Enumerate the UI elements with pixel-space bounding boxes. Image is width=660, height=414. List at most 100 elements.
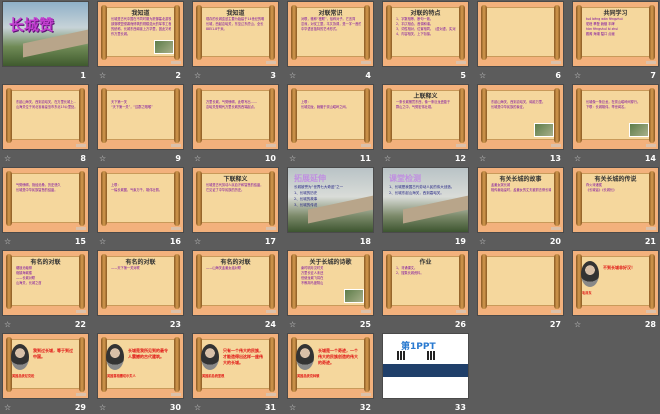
slide-number: 25 [359, 320, 371, 329]
animation-star-icon[interactable]: ☆ [99, 403, 106, 412]
slide-number: 4 [365, 71, 371, 80]
slide-thumbnail[interactable]: 天下第一关 “天下第一关”，“边郡之咽喉” [98, 85, 183, 149]
slide-thumbnail[interactable]: 上联： 一幅长城图，气象万千，雄伟壮丽。 [98, 168, 183, 232]
slide-thumbnail[interactable]: 长城是一个奇迹，一个伟大的民族创造的伟大的奇迹。 美国总统克林顿 [288, 334, 373, 398]
animation-star-icon[interactable]: ☆ [384, 154, 391, 163]
animation-star-icon[interactable]: ☆ [4, 237, 11, 246]
slide-thumbnail[interactable]: 有关长城的故事孟姜女哭长城相传秦始皇时，孟姜女的丈夫被抓去修长城…… [478, 168, 563, 232]
scroll-roll [269, 88, 275, 143]
slide-thumbnail[interactable]: 上联释义 一条长城横贯东西，像一条巨龙盘旋于 群山之中，气势宏伟壮观。 [383, 85, 468, 149]
slide-thumbnail[interactable]: 气势磅礴，饱经沧桑，历史悠久 长城是中华民族智慧的结晶。 [3, 168, 88, 232]
slide-thumbnail[interactable]: 我知道 现存的长城遗迹主要为始建于14世纪的明 长城，西起嘉峪关，东至辽东虎山，全长… [193, 2, 278, 66]
scroll-roll [364, 5, 370, 60]
scroll-roll [6, 254, 12, 309]
banner [383, 364, 468, 377]
animation-star-icon[interactable]: ☆ [574, 320, 581, 329]
animation-star-icon[interactable]: ☆ [479, 154, 486, 163]
slide-thumbnail-cell: 长城像一条巨龙，在崇山峻岭间穿行。 下联：长城雄伟，举世闻名。 ☆ 14 [573, 85, 658, 165]
slide-thumbnail[interactable]: 我到过长城，等于到过中国。 美国总统尼克松 [3, 334, 88, 398]
animation-star-icon[interactable]: ☆ [99, 237, 106, 246]
slide-thumbnail[interactable]: 下联释义 长城是古代劳动人民血汗和智慧的结晶， 它见证了中华民族的历史。 [193, 168, 278, 232]
slide-thumbnail[interactable]: 不到长城非好汉！ 毛泽东 [573, 251, 658, 315]
slide-thumbnail[interactable]: 我知道 长城是古代中国在不同时期为抵御塞北游牧 部落联盟侵袭而修筑的规模浩大的军事工… [98, 2, 183, 66]
great-wall-image [403, 194, 468, 224]
slide-number: 14 [644, 154, 656, 163]
animation-star-icon[interactable]: ☆ [194, 237, 201, 246]
slide-thumbnail[interactable]: 关于长城的诗歌 秦时明月汉时关 万里长征人未还 但使龙城飞将在 不教胡马度阴山 [288, 251, 373, 315]
slide-thumbnail[interactable]: 共同学习 tuó bēng wǎn fēngzhuì 驼峰 攀登 蜿蜒 丰碑 hàn … [573, 2, 658, 66]
animation-star-icon[interactable]: ☆ [99, 71, 106, 80]
scroll-roll [576, 171, 582, 226]
slide-text-line: ——天下第一关对联 [111, 266, 140, 270]
slide-thumbnail[interactable]: 上联： 长城如龙，蜿蜒于崇山峻岭之间。 [288, 85, 373, 149]
watermark [266, 61, 276, 64]
slide-thumbnail-cell: 上联释义 一条长城横贯东西，像一条巨龙盘旋于 群山之中，气势宏伟壮观。 ☆ 12 [383, 85, 468, 165]
slide-number: 17 [264, 237, 276, 246]
scroll-roll [554, 254, 560, 309]
slide-thumbnail[interactable]: 有名的对联 ——天下第一关对联 [98, 251, 183, 315]
slide-thumbnail-cell: 东起山海关，西到嘉峪关，在万里长城上…… 山海关位于河北省秦皇岛市东北15公里处。… [3, 85, 88, 165]
slide-number: 6 [555, 71, 561, 80]
animation-star-icon[interactable]: ☆ [479, 71, 486, 80]
slide-text-line: 相传秦始皇时，孟姜女的丈夫被抓去修长城…… [491, 188, 551, 192]
slide-number: 33 [454, 403, 466, 412]
watermark [456, 144, 466, 147]
animation-star-icon[interactable]: ☆ [574, 71, 581, 80]
slide-thumbnail-cell: 万里长城，气势磅礴，此联写出…… 嘉峪关是明代万里长城的西端起点。 ☆ 10 [193, 85, 278, 165]
animation-star-icon[interactable]: ☆ [4, 320, 11, 329]
slide-thumbnail[interactable]: 第1PPT [383, 334, 468, 398]
slide-thumbnail[interactable]: 长城赞 [3, 2, 88, 66]
slide-thumbnail[interactable]: 长城像一条巨龙，在崇山峻岭间穿行。 下联：长城雄伟，举世闻名。 [573, 85, 658, 149]
animation-star-icon[interactable]: ☆ [289, 403, 296, 412]
slide-thumbnail-cell: 课堂检测 1、长城是我国古代劳动人民的伟大创造。 2、长城东起山海关，西到嘉峪关。 1… [383, 168, 468, 248]
scroll-roll [174, 5, 180, 60]
slide-thumbnail[interactable]: 有名的对联 ——山海关孟姜女庙对联 [193, 251, 278, 315]
slide-thumbnail[interactable]: 万里长城，气势磅礴，此联写出…… 嘉峪关是明代万里长城的西端起点。 [193, 85, 278, 149]
slide-thumbnail-cell: 我知道 现存的长城遗迹主要为始建于14世纪的明 长城，西起嘉峪关，东至辽东虎山，全长… [193, 2, 278, 82]
watermark [76, 227, 86, 230]
animation-star-icon[interactable]: ☆ [4, 154, 11, 163]
animation-star-icon[interactable]: ☆ [4, 403, 11, 412]
slide-title: 共同学习 [603, 10, 628, 17]
slide-thumbnail[interactable]: 对联常识 对联，雅称“楹联”，俗称对子。它言简 意深，对仗工整，平仄协调，是一字一音… [288, 2, 373, 66]
animation-star-icon[interactable]: ☆ [574, 154, 581, 163]
slide-thumbnail[interactable]: 东起山海关，西到嘉峪关，绵延万里。 长城是中华民族的象征。 [478, 85, 563, 149]
slide-thumbnail[interactable]: 有关长城的传说 烽火戏诸侯 《长城谣》《长城长》 [573, 168, 658, 232]
animation-star-icon[interactable]: ☆ [99, 154, 106, 163]
slide-thumbnail[interactable]: 作业 1、背诵课文。 2、搜集长城资料。 [383, 251, 468, 315]
animation-star-icon[interactable]: ☆ [194, 71, 201, 80]
watermark [76, 144, 86, 147]
scroll-roll [459, 5, 465, 60]
watermark [171, 61, 181, 64]
animation-star-icon[interactable]: ☆ [289, 320, 296, 329]
slide-number: 28 [644, 320, 656, 329]
scroll-roll [79, 88, 85, 143]
slide-thumbnail[interactable]: 只有一个伟大的民族，才能造得出这样一座伟大的长城。 美国前总统里根 [193, 334, 278, 398]
slide-thumbnail[interactable]: 长城是我所见到的最令人震撼的古代建筑。 英国首相撒切尔夫人 [98, 334, 183, 398]
slide-text-line: “天下第一关”，“边郡之咽喉” [111, 105, 153, 109]
slide-thumbnail[interactable] [478, 2, 563, 66]
animation-star-icon[interactable]: ☆ [194, 403, 201, 412]
slide-thumbnail[interactable]: 拓展延伸 长城被誉为“世界七大奇迹”之一 1、长城的历史 2、长城的故事 3、长城的传说 [288, 168, 373, 232]
slide-number: 27 [549, 320, 561, 329]
slide-thumbnail[interactable]: 课堂检测 1、长城是我国古代劳动人民的伟大创造。 2、长城东起山海关，西到嘉峪关。 [383, 168, 468, 232]
slide-text-line: 嘉峪关是明代万里长城的西端起点。 [206, 105, 257, 109]
scroll-roll [196, 88, 202, 143]
slide-thumbnail[interactable]: 有名的对联 烟锁池塘柳 炮镇海城楼 ——长城对联 山海关，长城之首 [3, 251, 88, 315]
animation-star-icon[interactable]: ☆ [289, 71, 296, 80]
slide-title: 下联释义 [223, 176, 248, 183]
slide-thumbnail[interactable]: 东起山海关，西到嘉峪关，在万里长城上…… 山海关位于河北省秦皇岛市东北15公里处。 [3, 85, 88, 149]
slide-title: 有关长城的传说 [594, 176, 637, 183]
slide-thumbnail[interactable] [478, 251, 563, 315]
slide-thumbnail-cell: 不到长城非好汉！ 毛泽东 ☆ 28 [573, 251, 658, 331]
watermark [266, 393, 276, 396]
scroll-roll [481, 5, 487, 60]
slide-number: 30 [169, 403, 181, 412]
slide-thumbnail[interactable]: 对联的特点 1、字数相等，断句一致。 2、平仄相合，音调和谐。 3、词性相对，位置相同… [383, 2, 468, 66]
animation-star-icon[interactable]: ☆ [479, 237, 486, 246]
slide-thumbnail-cell: 下联释义 长城是古代劳动人民血汗和智慧的结晶， 它见证了中华民族的历史。 ☆ 17 [193, 168, 278, 248]
quote-text: 我到过长城，等于到过中国。 [33, 348, 73, 359]
scroll-roll [196, 254, 202, 309]
animation-star-icon[interactable]: ☆ [289, 154, 296, 163]
animation-star-icon[interactable]: ☆ [194, 154, 201, 163]
